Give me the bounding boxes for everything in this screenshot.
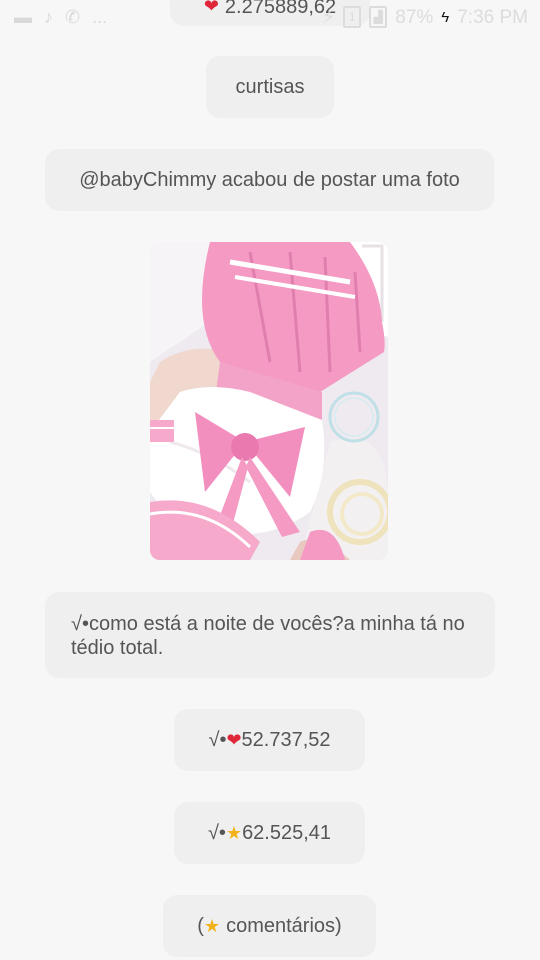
stars-bubble: √• ★ 62.525,41 [174, 802, 365, 864]
stars-prefix: √• [207, 821, 226, 844]
stars-value: 62.525,41 [242, 821, 332, 844]
signal-icon: ▟ [369, 6, 388, 28]
post-notice-bubble: @babyChimmy acabou de postar uma foto [45, 149, 494, 211]
more-notifications-indicator: ... [92, 7, 108, 27]
comments-label: comentários) [226, 914, 342, 937]
total-likes-bubble: ❤ 2.275889,62 [170, 0, 370, 26]
likes-value: 52.737,52 [241, 728, 331, 751]
photo-illustration [150, 242, 388, 560]
charging-icon: ϟ [441, 8, 450, 26]
status-left: ▬ ♪ ✆ ... [14, 8, 107, 26]
question-bubble: √•como está a noite de vocês?a minha tá … [45, 592, 495, 678]
curtisas-bubble: curtisas [206, 56, 334, 118]
comments-button[interactable]: ( ★ comentários) [163, 895, 376, 957]
curtisas-label: curtisas [235, 75, 305, 98]
star-icon: ★ [203, 915, 221, 936]
likes-prefix: √• [208, 728, 227, 751]
total-likes-value: 2.275889,62 [224, 0, 337, 18]
star-icon: ★ [225, 822, 243, 843]
notification-icon: ▬ [14, 7, 32, 27]
question-text: √•como está a noite de vocês?a minha tá … [71, 613, 465, 659]
heart-icon: ❤ [226, 729, 242, 750]
clock: 7:36 PM [457, 6, 528, 28]
heart-icon: ❤ [203, 0, 219, 16]
comments-open-paren: ( [197, 914, 204, 937]
posted-photo[interactable] [150, 242, 388, 560]
tiktok-icon: ♪ [44, 7, 53, 27]
battery-percent: 87% [395, 6, 434, 28]
post-notice-text: @babyChimmy acabou de postar uma foto [79, 168, 460, 191]
likes-bubble: √• ❤ 52.737,52 [174, 709, 365, 771]
whatsapp-icon: ✆ [65, 7, 81, 27]
